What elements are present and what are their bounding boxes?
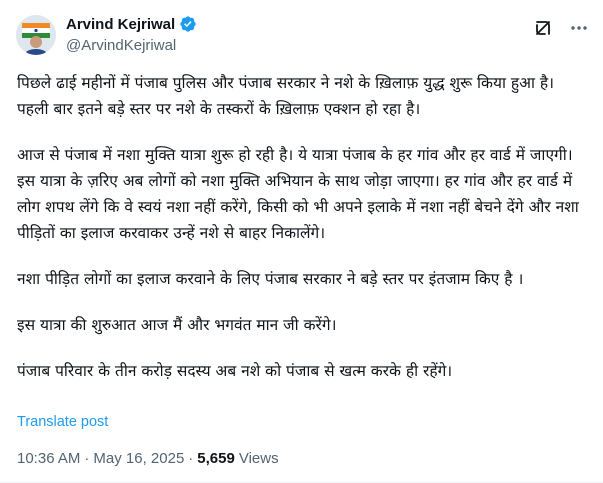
meta-separator: · — [84, 450, 90, 467]
avatar[interactable] — [16, 15, 56, 55]
grok-icon[interactable] — [533, 18, 553, 38]
avatar-image — [16, 15, 56, 55]
tweet-paragraph: आज से पंजाब में नशा मुक्ति यात्रा शुरू ह… — [17, 146, 579, 242]
tweet-paragraph: इस यात्रा की शुरुआत आज मैं और भगवंत मान … — [17, 316, 337, 334]
views-label: Views — [238, 450, 279, 467]
tweet-paragraph: नशा पीड़ित लोगों का इलाज करवाने के लिए प… — [17, 270, 524, 288]
meta-separator: · — [188, 450, 194, 467]
more-options-icon[interactable] — [569, 18, 589, 38]
author-block: Arvind Kejriwal @ArvindKejriwal — [66, 14, 197, 55]
tweet-paragraph: पिछले ढाई महीनों में पंजाब पुलिस और पंजा… — [17, 74, 554, 118]
views-count[interactable]: 5,659 — [197, 450, 235, 467]
tweet-text: पिछले ढाई महीनों में पंजाब पुलिस और पंजा… — [17, 70, 589, 404]
post-time[interactable]: 10:36 AM — [17, 450, 80, 467]
tweet-paragraph: पंजाब परिवार के तीन करोड़ सदस्य अब नशे क… — [17, 362, 453, 380]
handle[interactable]: @ArvindKejriwal — [66, 37, 197, 55]
post-date[interactable]: May 16, 2025 — [93, 450, 184, 467]
display-name-row: Arvind Kejriwal — [66, 14, 197, 34]
tweet-meta: 10:36 AM · May 16, 2025 · 5,659 Views — [17, 450, 279, 467]
translate-post-link[interactable]: Translate post — [17, 414, 108, 430]
tweet-card: Arvind Kejriwal @ArvindKejriwal पिछले ढा… — [0, 0, 603, 483]
display-name[interactable]: Arvind Kejriwal — [66, 16, 175, 33]
verified-badge-icon[interactable] — [179, 15, 197, 33]
top-actions — [533, 18, 589, 38]
